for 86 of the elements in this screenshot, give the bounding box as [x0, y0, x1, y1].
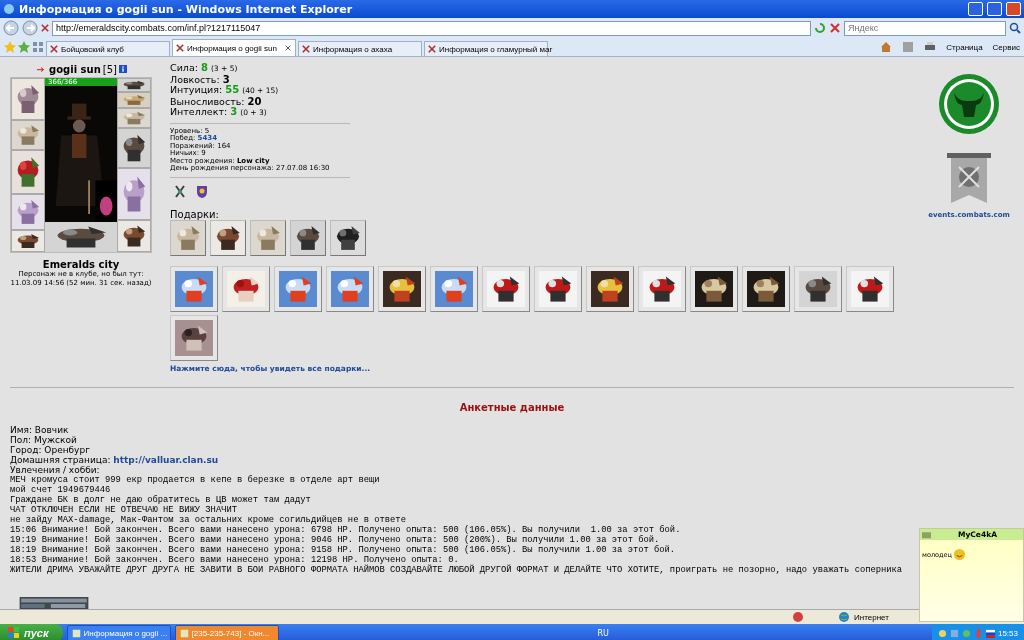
home-icon[interactable] [880, 41, 893, 53]
language-indicator[interactable]: RU [597, 628, 609, 638]
gift-tile[interactable] [250, 219, 286, 256]
gift-tile[interactable] [742, 265, 790, 312]
star-icon[interactable] [4, 41, 16, 53]
crossed-swords-icon [174, 184, 186, 199]
about-text-line: Граждане БК в долг не даю обратитесь в ЦВ может там дадут [10, 494, 311, 505]
gifts-label: Подарки: [170, 208, 220, 220]
gift-tile[interactable] [846, 265, 894, 312]
close-icon[interactable] [284, 44, 292, 52]
window-icon [179, 628, 189, 638]
search-icon[interactable] [1009, 22, 1021, 34]
globe-icon [838, 611, 850, 623]
toolbar-menu-button[interactable]: Страница [946, 42, 983, 52]
browser-tab[interactable]: Бойцовский клуб [46, 41, 170, 56]
character-level: [5] [102, 63, 117, 75]
back-icon[interactable] [3, 20, 19, 36]
gift-tile[interactable] [170, 314, 218, 361]
about-text-line: 18:19 Внимание! Бой закончен. Всего вами нанесено урона: 9158 HP. Получено опыта: 500 (106.05%). Вы получили 1.00 за этот бой. [10, 544, 676, 555]
close-button[interactable] [1006, 2, 1021, 16]
info-icon[interactable] [118, 65, 127, 73]
about-text-line: не зайду MAX-damage, Мак-Фантом за остальних кроме согильдийцев не в ответе [10, 514, 406, 525]
search-field[interactable]: Яндекс [844, 20, 1006, 36]
taskbar-button[interactable]: Информация о gogii ... [66, 624, 171, 640]
bull-logo-icon[interactable] [938, 73, 1000, 135]
page-error-icon [176, 44, 184, 52]
gift-tile[interactable] [170, 265, 218, 312]
page-error-icon [41, 24, 49, 32]
about-text-line: 19:19 Внимание! Бой закончен. Всего вами нанесено урона: 9046 HP. Получено опыта: 500 (200%). Вы получили 1.00 за этот бой. [10, 534, 660, 545]
browser-tab[interactable]: Информация о axaxa [298, 41, 422, 56]
character-name: gogii sun [49, 63, 101, 75]
minimize-button[interactable] [968, 2, 983, 16]
gift-tile[interactable] [794, 265, 842, 312]
gift-tile[interactable] [690, 265, 738, 312]
windows-logo-icon [8, 627, 20, 639]
address-field[interactable]: http://emeraldscity.combats.com/inf.pl?1217115047 [52, 20, 811, 36]
about-text-line: 18:53 Внимание! Бой закончен. Всего вами нанесено урона: 12198 HP. Получено опыта: 0. [10, 554, 459, 565]
homepage-link[interactable]: http://valluar.clan.su [113, 454, 219, 465]
shield-icon [196, 184, 208, 199]
refresh-icon[interactable] [814, 22, 826, 34]
zone-label: Интернет [854, 612, 889, 622]
clock: 15:53 [997, 628, 1018, 638]
profile-field: Город: Оренбург [10, 444, 90, 455]
window-title: Информация о gogii sun - Windows Internet Explorer [19, 2, 354, 16]
security-icon [792, 611, 804, 623]
profile-field: Увлечения / хобби: [10, 464, 100, 475]
profile-field: Имя: Вовчик [10, 424, 69, 435]
gift-tile[interactable] [534, 265, 582, 312]
window-icon [71, 628, 81, 638]
about-text-line: 15:06 Внимание! Бой закончен. Всего вами нанесено урона: 6798 HP. Получено опыта: 500 (106.05%). Вы получили 1.00 за этот бой. [10, 524, 681, 535]
about-text-line: ЧАТ ОТКЛЮЧЕН ЕСЛИ НЕ ОТВЕЧАЮ НЕ ВИЖУ ЗНАЧИТ [10, 504, 237, 515]
gift-tile[interactable] [290, 219, 326, 256]
start-button[interactable]: пуск [0, 624, 63, 640]
maximize-button[interactable] [987, 2, 1002, 16]
gift-tile[interactable] [378, 265, 426, 312]
browser-tab[interactable]: Информация о gogii sun [172, 39, 296, 56]
city-name: Emeralds city [42, 259, 120, 270]
gift-tile[interactable] [274, 265, 322, 312]
field-label: Домашняя страница: [10, 454, 111, 465]
gift-tile[interactable] [326, 265, 374, 312]
gift-tile[interactable] [330, 219, 366, 256]
smiley-icon [952, 548, 966, 561]
profile-field: Пол: Мужской [10, 434, 77, 445]
toolbar-menu-button[interactable]: Сервис [992, 42, 1020, 52]
stat-line: Ловкость: 3 [170, 74, 231, 85]
flag-icon[interactable] [985, 628, 995, 638]
gift-tile[interactable] [430, 265, 478, 312]
about-text-line: ЖИТЕЛИ ДРИМА УВАЖАЙТЕ ДРУГ ДРУГА НЕ ЗАВИТИ В БОИ РАВНОГО ФОРМАТА НАЙМОВ СОЗДАВАЙТЕ ЛЮБОЙ ДРУГОЙ ФОРМАТ И ДЕЛАЙТЕ ЧТО ХОТИТЕ, проиграть не позорно, надо уважать соперника [10, 564, 903, 575]
about-text-line: мой счет 1949679446 [10, 484, 111, 495]
forward-icon[interactable] [22, 20, 38, 36]
gift-tile[interactable] [170, 219, 206, 256]
section-heading: Анкетные данные [458, 401, 566, 413]
browser-icon [3, 3, 15, 15]
page-error-icon [50, 45, 58, 53]
gift-tile[interactable] [482, 265, 530, 312]
printer-icon[interactable] [924, 41, 937, 53]
page-error-icon [302, 45, 310, 53]
grid-icon[interactable] [32, 41, 44, 53]
stat-line: Выносливость: 20 [170, 96, 263, 107]
page-error-icon [428, 45, 436, 53]
gift-tile[interactable] [210, 219, 246, 256]
gift-tile[interactable] [222, 265, 270, 312]
gift-tile[interactable] [586, 265, 634, 312]
about-text-line: МЕЧ кромуса стоит 999 екр продается в кепе в березке в отделе арт вещи [10, 474, 380, 485]
stop-icon[interactable] [829, 22, 841, 34]
gift-tile[interactable] [638, 265, 686, 312]
